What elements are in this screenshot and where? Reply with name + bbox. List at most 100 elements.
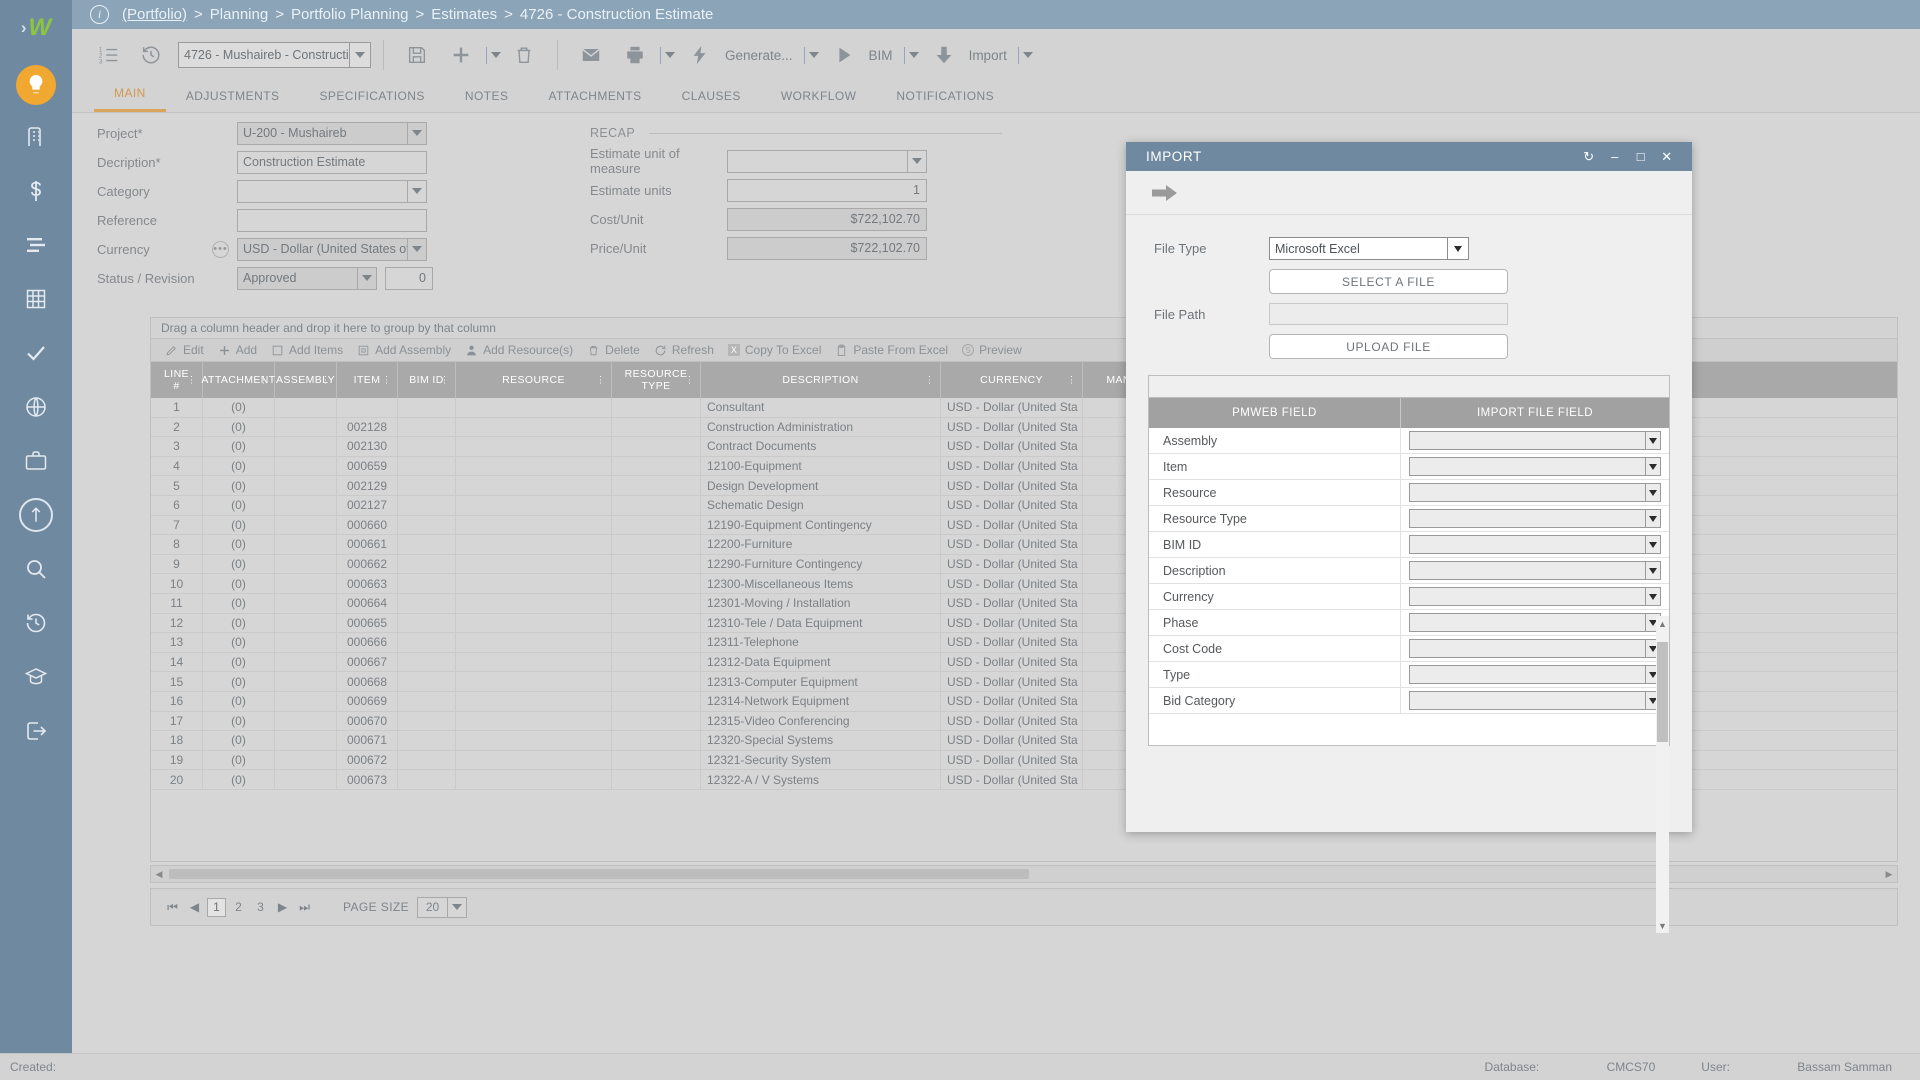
recap-value-0[interactable]	[727, 149, 927, 173]
column-menu-icon[interactable]: ⋮	[321, 375, 330, 384]
chevron-down-icon[interactable]	[1022, 52, 1033, 58]
import-field-select[interactable]	[1409, 509, 1661, 528]
arrow-right-icon[interactable]	[1152, 184, 1178, 202]
grid-tool-add[interactable]: Add	[218, 343, 257, 357]
chevron-down-icon[interactable]	[357, 267, 376, 289]
breadcrumb-item-1[interactable]: Portfolio Planning	[291, 6, 409, 23]
delete-icon[interactable]	[509, 40, 539, 70]
scroll-thumb[interactable]	[1657, 642, 1668, 742]
sidebar-item-history[interactable]	[0, 596, 72, 650]
column-menu-icon[interactable]: ⋮	[925, 375, 934, 384]
grid-tool-addassembly[interactable]: Add Assembly	[357, 343, 451, 357]
maximize-icon[interactable]: □	[1628, 149, 1654, 164]
import-field-select[interactable]	[1409, 561, 1661, 580]
sidebar-item-assets[interactable]	[0, 434, 72, 488]
chevron-down-icon[interactable]	[407, 122, 426, 144]
tab-notifications[interactable]: NOTIFICATIONS	[876, 89, 1014, 112]
print-button[interactable]	[614, 40, 675, 70]
grid-column-header[interactable]: ATTACHMENT ⋮	[201, 362, 275, 398]
tab-notes[interactable]: NOTES	[445, 89, 529, 112]
recap-value-1[interactable]: 1	[727, 178, 927, 202]
field-decription[interactable]: Construction Estimate	[237, 150, 427, 174]
chevron-down-icon[interactable]	[1645, 588, 1660, 605]
tab-workflow[interactable]: WORKFLOW	[761, 89, 877, 112]
list-numbered-icon[interactable]: 123	[94, 40, 124, 70]
sidebar-item-training[interactable]	[0, 650, 72, 704]
chevron-down-icon[interactable]	[1645, 536, 1660, 553]
field-statusrevision[interactable]: Approved	[237, 266, 377, 290]
import-field-select[interactable]	[1409, 535, 1661, 554]
breadcrumb-root[interactable]: (Portfolio)	[122, 6, 187, 23]
tab-specifications[interactable]: SPECIFICATIONS	[299, 89, 444, 112]
grid-column-header[interactable]: RESOURCE ⋮	[456, 362, 612, 398]
sidebar-item-forms[interactable]	[0, 272, 72, 326]
grid-column-header[interactable]: DESCRIPTION ⋮	[701, 362, 941, 398]
column-menu-icon[interactable]: ⋮	[1067, 375, 1076, 384]
chevron-down-icon[interactable]	[908, 52, 919, 58]
document-selector[interactable]: 4726 - Mushaireb - Construction Est	[178, 42, 371, 68]
grid-tool-edit[interactable]: Edit	[165, 343, 204, 357]
grid-column-header[interactable]: BIM ID ⋮	[398, 362, 456, 398]
field-revision[interactable]: 0	[385, 266, 433, 290]
page-number-button[interactable]: 2	[229, 898, 248, 917]
grid-tool-pastefromexcel[interactable]: Paste From Excel	[835, 343, 948, 357]
file-type-select[interactable]: Microsoft Excel	[1269, 237, 1469, 260]
minimize-icon[interactable]: –	[1602, 149, 1628, 164]
column-menu-icon[interactable]: ⋮	[440, 375, 449, 384]
tab-main[interactable]: MAIN	[94, 86, 166, 112]
sidebar-item-tools[interactable]	[0, 488, 72, 542]
sidebar-item-engineering[interactable]	[0, 380, 72, 434]
scroll-up-icon[interactable]: ▲	[1656, 616, 1669, 631]
import-field-select[interactable]	[1409, 431, 1661, 450]
grid-tool-addresources[interactable]: Add Resource(s)	[465, 343, 573, 357]
import-field-select[interactable]	[1409, 691, 1661, 710]
save-icon[interactable]	[402, 40, 432, 70]
grid-tool-additems[interactable]: Add Items	[271, 343, 343, 357]
import-field-select[interactable]	[1409, 457, 1661, 476]
grid-tool-copytoexcel[interactable]: X Copy To Excel	[727, 343, 821, 357]
import-button[interactable]: Import	[923, 40, 1033, 70]
column-menu-icon[interactable]: ⋮	[259, 375, 268, 384]
email-icon[interactable]	[576, 40, 606, 70]
field-currency[interactable]: USD - Dollar (United States of America)	[237, 237, 427, 261]
app-logo[interactable]: › W	[0, 0, 72, 56]
grid-column-header[interactable]: ASSEMBLY ⋮	[275, 362, 337, 398]
grid-column-header[interactable]: ITEM ⋮	[337, 362, 398, 398]
bim-button[interactable]: BIM	[823, 40, 919, 70]
mapping-scrollbar[interactable]: ▲ ▼	[1656, 616, 1669, 933]
sidebar-item-portfolio[interactable]	[0, 110, 72, 164]
import-field-select[interactable]	[1409, 483, 1661, 502]
chevron-down-icon[interactable]	[349, 43, 370, 67]
scroll-left-icon[interactable]: ◀	[151, 869, 167, 880]
dialog-title-bar[interactable]: IMPORT ↻ – □ ✕	[1126, 142, 1692, 171]
chevron-down-icon[interactable]	[1645, 484, 1660, 501]
chevron-down-icon[interactable]	[1645, 510, 1660, 527]
page-size-dropdown-icon[interactable]	[448, 896, 468, 918]
column-menu-icon[interactable]: ⋮	[187, 375, 196, 384]
print-icon[interactable]	[620, 40, 650, 70]
chevron-down-icon[interactable]	[1645, 458, 1660, 475]
tab-clauses[interactable]: CLAUSES	[662, 89, 761, 112]
grid-column-header[interactable]: CURRENCY ⋮	[941, 362, 1083, 398]
column-menu-icon[interactable]: ⋮	[596, 375, 605, 384]
field-reference[interactable]	[237, 208, 427, 232]
chevron-down-icon[interactable]	[407, 180, 426, 202]
breadcrumb-item-2[interactable]: Estimates	[431, 6, 497, 23]
sidebar-item-tasks[interactable]	[0, 326, 72, 380]
info-icon[interactable]: i	[90, 5, 109, 24]
chevron-down-icon[interactable]	[665, 52, 675, 58]
sidebar-item-scheduling[interactable]	[0, 218, 72, 272]
breadcrumb-item-0[interactable]: Planning	[210, 6, 268, 23]
chevron-down-icon[interactable]	[808, 52, 819, 58]
sidebar-item-cost[interactable]	[0, 164, 72, 218]
column-menu-icon[interactable]: ⋮	[382, 375, 391, 384]
chevron-down-icon[interactable]	[491, 52, 501, 58]
close-icon[interactable]: ✕	[1654, 149, 1680, 165]
grid-tool-preview[interactable]: S Preview	[962, 343, 1022, 357]
chevron-down-icon[interactable]	[1645, 562, 1660, 579]
grid-column-header[interactable]: RESOURCE TYPE ⋮	[612, 362, 701, 398]
plus-icon[interactable]	[446, 40, 476, 70]
import-field-select[interactable]	[1409, 665, 1661, 684]
grid-column-header[interactable]: LINE # ⋮	[151, 362, 203, 398]
grid-tool-delete[interactable]: Delete	[587, 343, 640, 357]
